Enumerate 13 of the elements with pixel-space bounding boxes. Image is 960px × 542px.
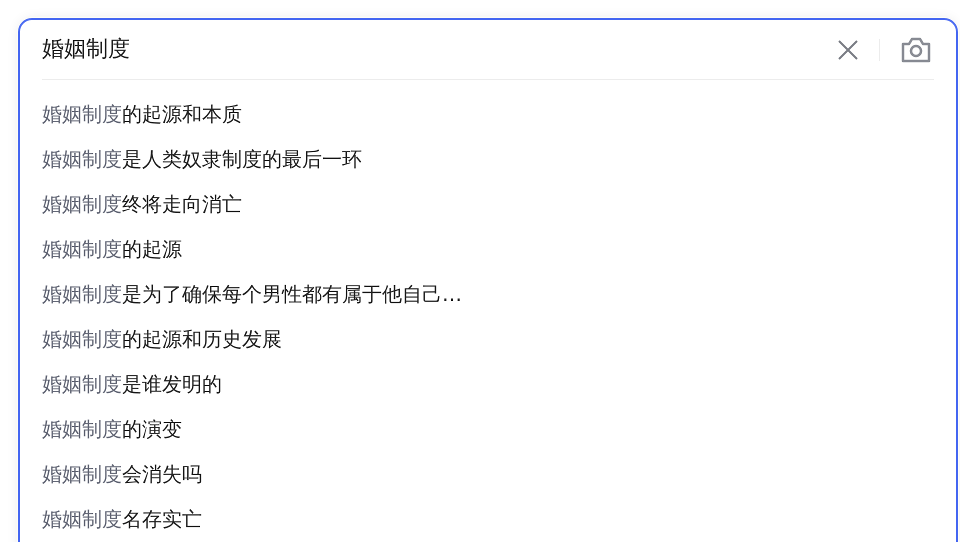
search-field[interactable]: 婚姻制度: [42, 33, 837, 66]
search-suggestion[interactable]: 婚姻制度的起源和历史发展: [42, 317, 934, 362]
camera-icon[interactable]: [900, 36, 932, 64]
search-suggestion[interactable]: 婚姻制度的起源和本质: [42, 92, 934, 137]
search-suggestion[interactable]: 婚姻制度的起源: [42, 227, 934, 272]
search-suggestion[interactable]: 婚姻制度是为了确保每个男性都有属于他自己…: [42, 272, 934, 317]
search-suggestion[interactable]: 婚姻制度会消失吗: [42, 452, 934, 497]
search-suggestion[interactable]: 婚姻制度是人类奴隶制度的最后一环: [42, 137, 934, 182]
search-suggestion[interactable]: 婚姻制度是谁发明的: [42, 362, 934, 407]
search-suggestion[interactable]: 婚姻制度的演变: [42, 407, 934, 452]
search-suggestion[interactable]: 婚姻制度名存实亡: [42, 497, 934, 542]
close-icon[interactable]: [837, 38, 859, 60]
search-suggestion[interactable]: 婚姻制度终将走向消亡: [42, 182, 934, 227]
